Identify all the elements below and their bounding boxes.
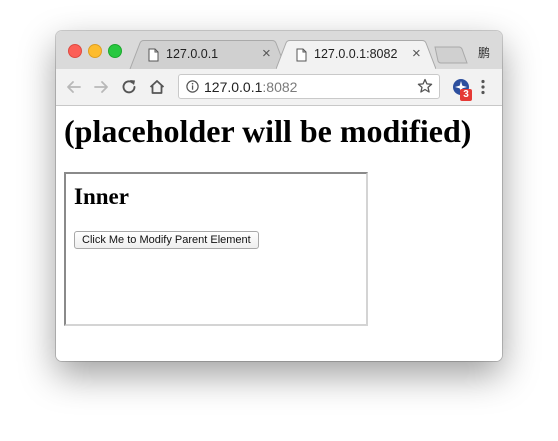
page-favicon-icon: [148, 48, 159, 62]
url-host: 127.0.0.1: [204, 79, 263, 95]
address-bar[interactable]: 127.0.0.1:8082: [178, 74, 440, 99]
browser-toolbar: 127.0.0.1:8082 3: [56, 69, 502, 106]
tab-strip: 127.0.0.1 × 127.0.0.1:8082 × 鹏: [56, 31, 502, 69]
zoom-window-button[interactable]: [108, 44, 122, 58]
modify-parent-button[interactable]: Click Me to Modify Parent Element: [74, 231, 259, 249]
profile-button[interactable]: 鹏: [478, 44, 490, 61]
tab-close-icon[interactable]: ×: [262, 46, 271, 61]
extension-badge: 3: [460, 89, 472, 101]
browser-window: 127.0.0.1 × 127.0.0.1:8082 × 鹏 127.0.0.1…: [56, 31, 502, 361]
tab-inactive[interactable]: 127.0.0.1 ×: [128, 40, 288, 69]
star-icon[interactable]: [417, 78, 433, 94]
tab-title: 127.0.0.1:8082: [314, 47, 398, 61]
close-window-button[interactable]: [68, 44, 82, 58]
minimize-window-button[interactable]: [88, 44, 102, 58]
kebab-menu-icon[interactable]: [478, 78, 488, 96]
inner-heading: Inner: [74, 184, 129, 209]
tab-active[interactable]: 127.0.0.1:8082 ×: [276, 40, 436, 69]
new-tab-button[interactable]: [434, 46, 468, 64]
url-port: :8082: [262, 79, 298, 95]
tab-close-icon[interactable]: ×: [412, 46, 421, 61]
forward-arrow-icon[interactable]: [92, 78, 110, 96]
info-icon[interactable]: [186, 80, 199, 93]
page-viewport: (placeholder will be modified) Inner Cli…: [56, 106, 502, 361]
reload-icon[interactable]: [120, 78, 138, 96]
back-arrow-icon[interactable]: [65, 78, 83, 96]
page-favicon-icon: [296, 48, 307, 62]
home-icon[interactable]: [148, 78, 166, 96]
url-text: 127.0.0.1:8082: [204, 79, 297, 95]
tab-title: 127.0.0.1: [166, 47, 219, 61]
inner-iframe: Inner Click Me to Modify Parent Element: [64, 172, 368, 326]
page-heading: (placeholder will be modified): [64, 113, 472, 149]
